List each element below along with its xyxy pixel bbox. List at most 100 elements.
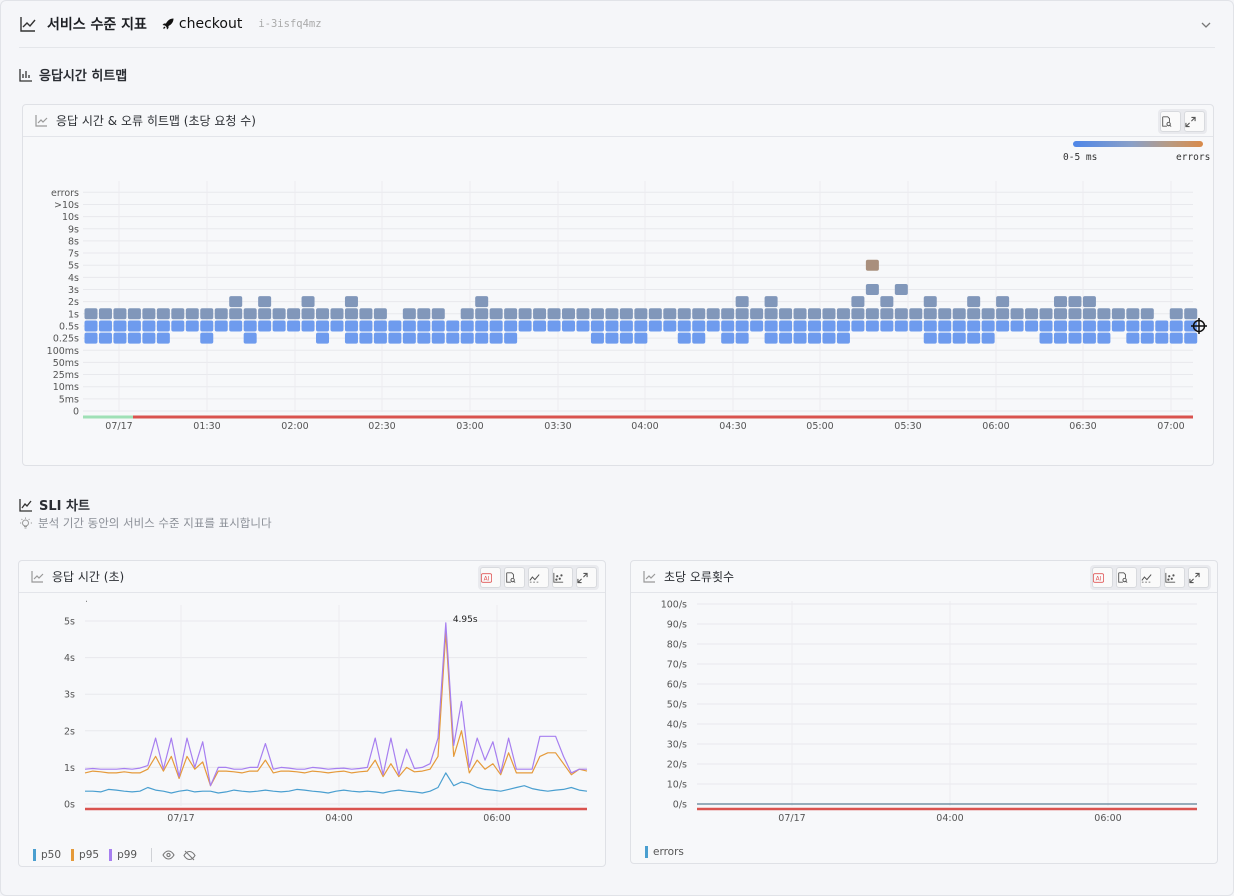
y-tick-label: errors	[51, 188, 79, 199]
service-name[interactable]: checkout	[161, 16, 242, 32]
y-tick-label: 8s	[68, 236, 79, 247]
y-tick-label: 1s	[68, 309, 79, 320]
legend-swatch	[71, 849, 75, 861]
y-tick-label: 30/s	[667, 740, 687, 751]
heatmap-cell	[590, 308, 604, 320]
heatmap-cell	[489, 320, 503, 332]
heatmap-cell	[735, 320, 749, 332]
heatmap-cell	[200, 332, 214, 344]
heatmap-cell	[865, 308, 879, 320]
x-tick-label: 06:00	[982, 421, 1009, 432]
heatmap-cell	[721, 308, 735, 320]
heatmap-cell	[402, 308, 416, 320]
heatmap-cell	[851, 296, 865, 308]
heatmap-cell	[84, 308, 98, 320]
sli-section-title: SLI 차트	[19, 495, 90, 514]
heatmap-cell	[1039, 332, 1053, 344]
y-tick-label: 40/s	[667, 720, 687, 731]
heatmap-cell	[706, 320, 720, 332]
chevron-down-icon[interactable]	[1199, 18, 1213, 32]
x-tick-label: 06:00	[1094, 813, 1121, 824]
heatmap-cell	[214, 308, 228, 320]
hide-all-button[interactable]	[183, 850, 196, 861]
y-tick-label: 70/s	[667, 660, 687, 671]
x-tick-label: 03:30	[544, 421, 571, 432]
legend-p95[interactable]: p95	[71, 849, 99, 861]
heatmap-cell	[576, 320, 590, 332]
heatmap-cell	[417, 308, 431, 320]
heatmap-cell	[836, 332, 850, 344]
heatmap-cell	[518, 308, 532, 320]
heatmap-cell	[1053, 296, 1067, 308]
y-tick-label: 4s	[68, 273, 79, 284]
heatmap-cell	[808, 332, 821, 344]
heatmap-chart[interactable]: 0 5ms10ms25ms50ms100ms0.25s 0.5s1s2s3s4s5s…	[23, 105, 1214, 466]
latency-chart[interactable]: 0s 1s 2s 3s 4s 5s · 07/17 04:00 06:00 4.95s	[19, 561, 606, 867]
heatmap-cell	[619, 308, 633, 320]
heatmap-panel: 응답 시간 & 오류 히트맵 (초당 요청 수) 0-5 ms errors 0…	[22, 104, 1214, 466]
legend-swatch	[109, 849, 113, 861]
heatmap-cell	[156, 308, 170, 320]
heatmap-cell	[373, 332, 387, 344]
heatmap-cell	[1140, 320, 1154, 332]
legend-errors[interactable]: errors	[645, 846, 684, 858]
legend-p99[interactable]: p99	[109, 849, 137, 861]
x-tick-label: 06:00	[483, 813, 510, 824]
heatmap-cell	[142, 308, 156, 320]
heatmap-cell	[258, 296, 272, 308]
heatmap-cell	[113, 308, 127, 320]
heatmap-cell	[533, 308, 547, 320]
y-tick-label: >10s	[54, 200, 79, 211]
heatmap-cell	[562, 320, 576, 332]
heatmap-cell	[894, 284, 908, 295]
heatmap-cell	[822, 308, 836, 320]
heatmap-cell	[677, 320, 691, 332]
heatmap-cell	[1068, 296, 1082, 308]
heatmap-cell	[764, 308, 778, 320]
heatmap-cell	[1184, 308, 1198, 320]
heatmap-cell	[200, 320, 214, 332]
heatmap-cell	[779, 320, 793, 332]
heatmap-cell	[865, 320, 879, 332]
y-tick-label: 3s	[64, 690, 75, 701]
heatmap-cell	[996, 296, 1010, 308]
heatmap-cell	[359, 320, 373, 332]
error-chart[interactable]: 0/s 10/s 20/s 30/s 40/s 50/s 60/s 70/s 80/s 90/s 1…	[631, 561, 1218, 864]
instance-id: i-3isfq4mz	[258, 18, 322, 30]
heatmap-cell	[127, 332, 141, 344]
heatmap-cell	[258, 308, 272, 320]
heatmap-cell	[952, 320, 966, 332]
heatmap-cell	[923, 320, 937, 332]
heatmap-cell	[200, 308, 214, 320]
heatmap-cell	[547, 320, 561, 332]
crosshair-icon[interactable]	[1191, 318, 1207, 334]
y-tick-label: 50/s	[667, 700, 687, 711]
legend-p50[interactable]: p50	[33, 849, 61, 861]
heatmap-cell	[359, 332, 373, 344]
y-tick-label: 0.5s	[59, 321, 79, 332]
heatmap-cell	[996, 308, 1010, 320]
heatmap-cell	[243, 308, 257, 320]
heatmap-cell	[967, 308, 981, 320]
heatmap-cell	[909, 320, 923, 332]
heatmap-cell	[793, 308, 807, 320]
heatmap-cell	[634, 320, 648, 332]
heatmap-cell	[1169, 320, 1183, 332]
heatmap-cell	[923, 296, 937, 308]
legend-label: p95	[79, 849, 100, 861]
heatmap-cell	[446, 332, 460, 344]
heatmap-cell	[460, 332, 474, 344]
heatmap-cell	[764, 332, 778, 344]
heatmap-cell	[142, 320, 156, 332]
heatmap-cell	[648, 308, 662, 320]
heatmap-cell	[1126, 308, 1140, 320]
page-header: 서비스 수준 지표 checkout i-3isfq4mz	[19, 1, 1215, 48]
sli-section-label: SLI 차트	[39, 499, 90, 514]
heatmap-cell	[634, 308, 648, 320]
eye-icon	[162, 850, 175, 860]
show-all-button[interactable]	[162, 850, 175, 860]
heatmap-cell	[706, 308, 720, 320]
x-tick-label: 02:00	[281, 421, 308, 432]
x-tick-label: 05:30	[894, 421, 921, 432]
heatmap-cell	[779, 332, 793, 344]
